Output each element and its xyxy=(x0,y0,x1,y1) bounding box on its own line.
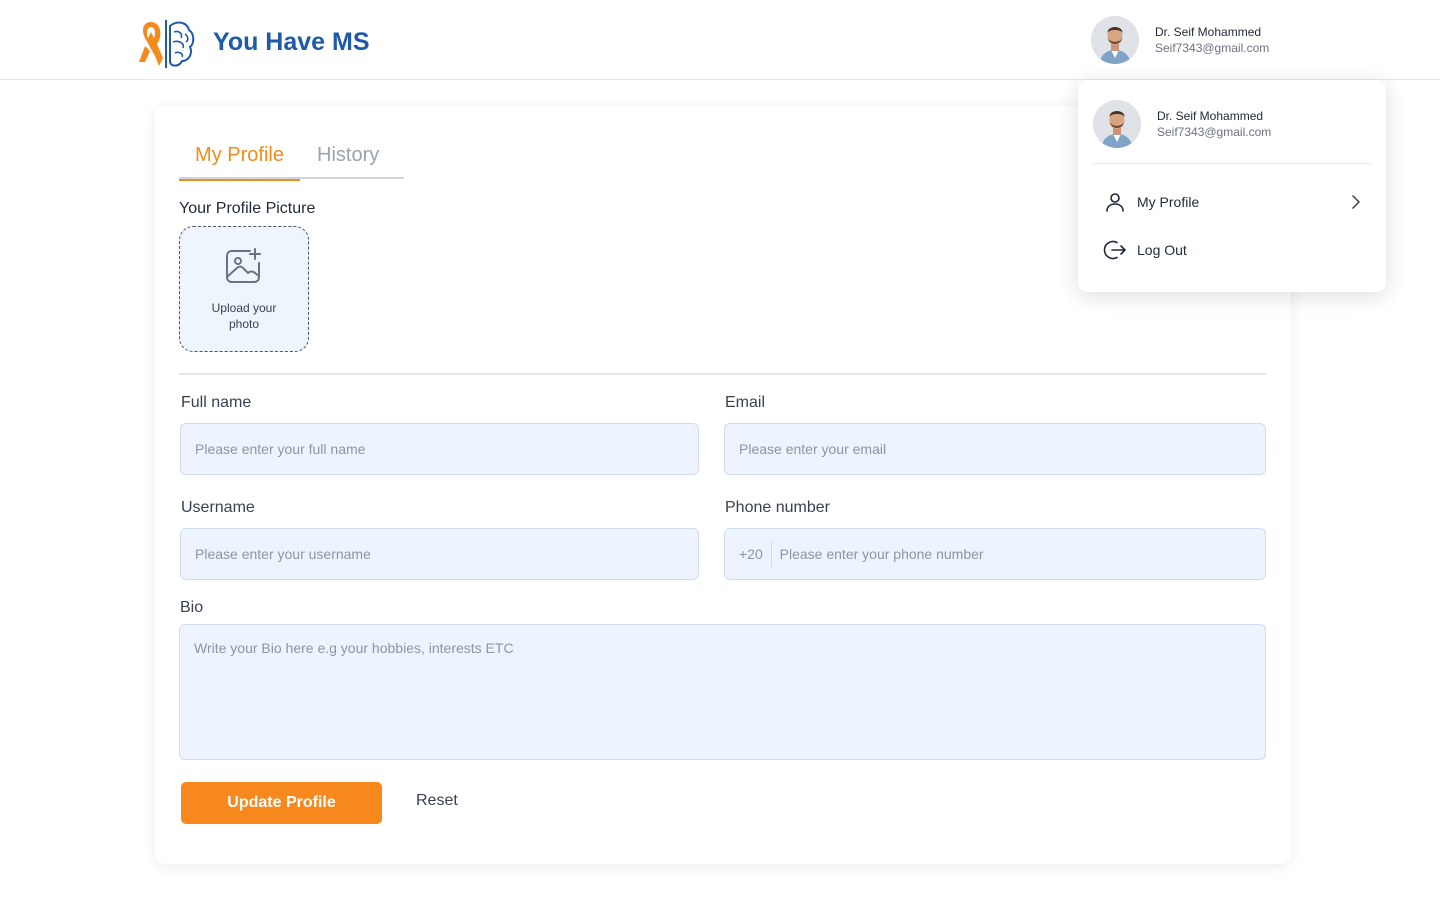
menu-item-my-profile[interactable]: My Profile xyxy=(1103,187,1361,217)
username-field[interactable] xyxy=(180,528,699,580)
tab-bar: My Profile History xyxy=(179,142,404,181)
phone-label: Phone number xyxy=(725,499,830,516)
country-code-prefix[interactable]: +20 xyxy=(725,546,763,562)
email-input[interactable] xyxy=(725,441,1265,457)
update-profile-button[interactable]: Update Profile xyxy=(181,782,382,824)
full-name-input[interactable] xyxy=(181,441,698,457)
avatar-photo-icon xyxy=(1091,16,1139,64)
section-divider xyxy=(179,373,1266,375)
menu-item-label: Log Out xyxy=(1137,242,1187,258)
user-menu-trigger[interactable]: Dr. Seif Mohammed Seif7343@gmail.com xyxy=(1091,16,1269,64)
dropdown-avatar xyxy=(1093,100,1141,148)
username-label: Username xyxy=(181,499,255,516)
user-icon xyxy=(1106,193,1124,212)
phone-field[interactable]: +20 xyxy=(724,528,1266,580)
avatar-photo-icon xyxy=(1093,100,1141,148)
username-input[interactable] xyxy=(181,546,698,562)
user-email: Seif7343@gmail.com xyxy=(1155,40,1270,55)
bio-textarea[interactable] xyxy=(180,625,1265,759)
email-label: Email xyxy=(725,394,766,411)
app-logo[interactable] xyxy=(137,18,195,70)
chevron-right-icon xyxy=(1352,195,1360,209)
menu-item-log-out[interactable]: Log Out xyxy=(1103,235,1361,265)
logout-icon xyxy=(1103,240,1126,260)
reset-button[interactable]: Reset xyxy=(416,792,458,810)
bio-label: Bio xyxy=(180,599,204,616)
user-name: Dr. Seif Mohammed xyxy=(1155,24,1262,39)
dropdown-user-summary: Dr. Seif Mohammed Seif7343@gmail.com xyxy=(1093,100,1271,148)
dropdown-divider xyxy=(1093,163,1371,164)
tab-my-profile[interactable]: My Profile xyxy=(179,142,300,181)
avatar xyxy=(1091,16,1139,64)
bio-field[interactable] xyxy=(179,624,1266,760)
full-name-field[interactable] xyxy=(180,423,699,475)
top-header: You Have MS Dr. Seif Mohammed Seif7343@g… xyxy=(0,0,1440,80)
menu-item-label: My Profile xyxy=(1137,194,1200,210)
upload-photo-dropzone[interactable]: Upload your photo xyxy=(179,226,309,352)
brand-name: You Have MS xyxy=(213,28,370,56)
phone-input[interactable] xyxy=(771,546,1265,562)
profile-picture-label: Your Profile Picture xyxy=(179,200,316,217)
image-add-icon xyxy=(226,248,261,283)
full-name-label: Full name xyxy=(181,394,252,411)
ribbon-brain-logo-icon xyxy=(139,20,195,68)
user-dropdown-menu: Dr. Seif Mohammed Seif7343@gmail.com My … xyxy=(1078,80,1386,292)
upload-photo-text: Upload your photo xyxy=(211,301,277,331)
dropdown-user-email: Seif7343@gmail.com xyxy=(1157,124,1272,139)
email-field[interactable] xyxy=(724,423,1266,475)
tab-history[interactable]: History xyxy=(317,142,379,179)
dropdown-user-name: Dr. Seif Mohammed xyxy=(1157,108,1264,123)
